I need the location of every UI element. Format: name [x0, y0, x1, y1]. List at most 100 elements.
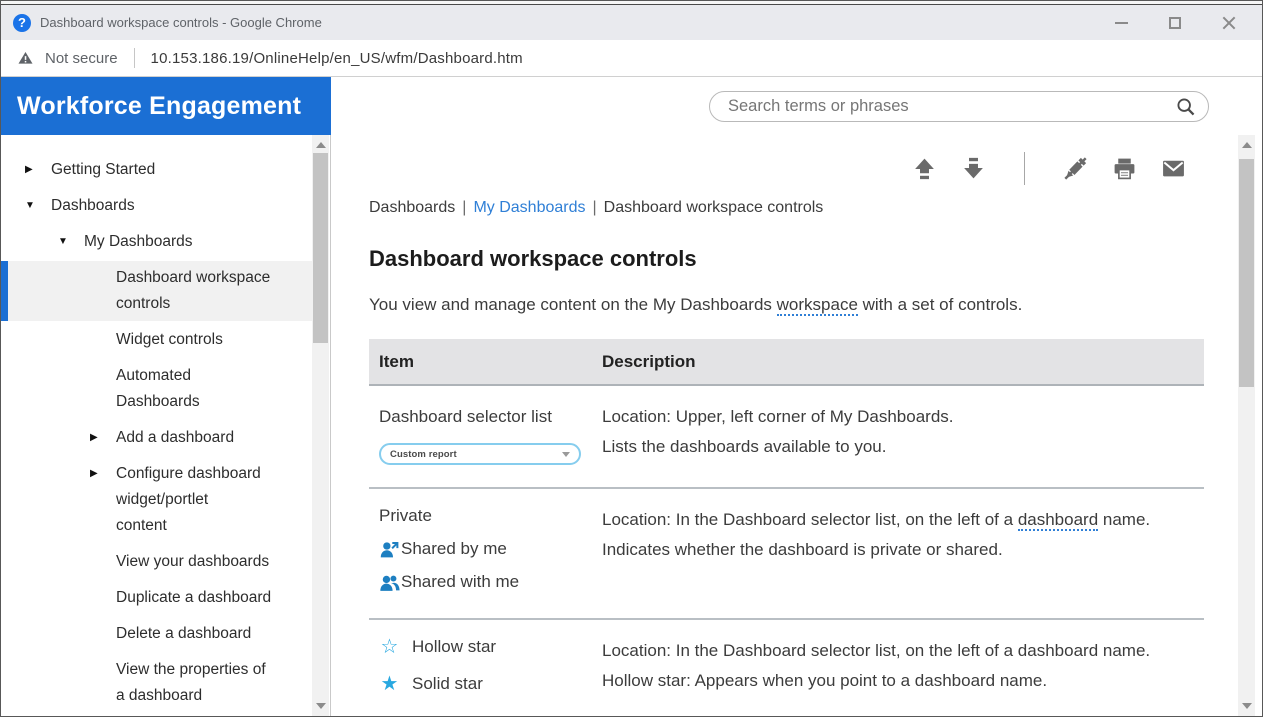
shared-with-me-label: Shared with me: [401, 569, 519, 595]
private-item: Private: [379, 503, 602, 529]
window-titlebar: Dashboard workspace controls - Google Ch…: [1, 5, 1262, 40]
sidebar-item-label: View your dashboards: [116, 549, 275, 575]
help-favicon-icon: [13, 14, 31, 32]
sidebar-item[interactable]: ▼My Dashboards: [1, 225, 313, 259]
sidebar-item[interactable]: ▶Getting Started: [1, 153, 313, 187]
column-header-item: Item: [369, 352, 602, 372]
row1-desc-line2: Lists the dashboards available to you.: [602, 434, 1174, 460]
row1-desc-line1: Location: Upper, left corner of My Dashb…: [602, 404, 1174, 430]
hollow-star-item: ☆ Hollow star: [379, 634, 602, 660]
no-expander: [90, 363, 116, 389]
search-input[interactable]: [728, 97, 1175, 116]
sidebar-item-label: Configure dashboard widget/portlet conte…: [116, 461, 267, 539]
sidebar-item-label: Getting Started: [51, 157, 161, 183]
previous-topic-icon[interactable]: [912, 156, 937, 181]
scroll-down-icon[interactable]: [316, 703, 326, 709]
sidebar-item-label: Add a dashboard: [116, 425, 240, 451]
hollow-star-label: Hollow star: [412, 634, 496, 660]
sidebar-item-label: My Dashboards: [84, 229, 199, 255]
sidebar-item-label: View the properties of a dashboard: [116, 657, 272, 709]
row3-desc-line1: Location: In the Dashboard selector list…: [602, 638, 1174, 664]
maximize-button[interactable]: [1168, 16, 1182, 30]
dropdown-value: Custom report: [390, 449, 562, 460]
sidebar-item[interactable]: ▼Dashboards: [1, 189, 313, 223]
sidebar-item[interactable]: Automated Dashboards: [1, 359, 313, 419]
sidebar-item[interactable]: Duplicate a dashboard: [1, 581, 313, 615]
app-body: ▶Getting Started▼Dashboards▼My Dashboard…: [1, 135, 1262, 716]
security-label[interactable]: Not secure: [45, 50, 118, 67]
breadcrumb-link[interactable]: My Dashboards: [473, 199, 585, 216]
article: Dashboards|My Dashboards|Dashboard works…: [369, 199, 1204, 716]
search-zone: [331, 77, 1262, 135]
row3-desc-line2: Hollow star: Appears when you point to a…: [602, 668, 1174, 694]
sidebar-item[interactable]: View the properties of a dashboard: [1, 653, 313, 713]
sidebar-item[interactable]: Dashboard workspace controls: [1, 261, 313, 321]
close-button[interactable]: [1222, 16, 1236, 30]
table-row: Dashboard selector list Custom report Lo…: [369, 386, 1204, 489]
remove-highlights-icon[interactable]: [1063, 156, 1088, 181]
app-header: Workforce Engagement: [1, 77, 1262, 135]
breadcrumb-item: Dashboard workspace controls: [604, 199, 824, 216]
main-scrollbar-thumb[interactable]: [1239, 159, 1254, 387]
sidebar-item[interactable]: Delete a dashboard: [1, 617, 313, 651]
sidebar-item-label: Widget controls: [116, 327, 229, 353]
sidebar-nav: ▶Getting Started▼Dashboards▼My Dashboard…: [1, 135, 313, 713]
search-box[interactable]: [709, 91, 1209, 122]
browser-window: Dashboard workspace controls - Google Ch…: [0, 0, 1263, 717]
expand-arrow-icon[interactable]: ▶: [90, 425, 116, 451]
main-content: Dashboards|My Dashboards|Dashboard works…: [331, 135, 1262, 716]
sidebar-item[interactable]: ▶Configure dashboard widget/portlet cont…: [1, 457, 313, 543]
scroll-up-icon[interactable]: [316, 142, 326, 148]
next-topic-icon[interactable]: [961, 156, 986, 181]
dropdown-caret-icon: [562, 452, 570, 457]
no-expander: [90, 327, 116, 353]
sidebar-item-label: Dashboard workspace controls: [116, 265, 276, 317]
topic-toolbar: [331, 155, 1186, 181]
sidebar-item-label: Delete a dashboard: [116, 621, 257, 647]
column-header-description: Description: [602, 352, 1204, 372]
not-secure-warning-icon: [17, 50, 34, 66]
collapse-arrow-icon[interactable]: ▼: [58, 229, 84, 255]
window-title: Dashboard workspace controls - Google Ch…: [40, 15, 1114, 30]
sidebar: ▶Getting Started▼Dashboards▼My Dashboard…: [1, 135, 331, 716]
expand-arrow-icon[interactable]: ▶: [25, 157, 51, 183]
sidebar-item[interactable]: Widget controls: [1, 323, 313, 357]
scroll-up-icon[interactable]: [1242, 142, 1252, 148]
shared-by-me-label: Shared by me: [401, 536, 507, 562]
row2-desc-line1: Location: In the Dashboard selector list…: [602, 507, 1174, 533]
breadcrumb-item: Dashboards: [369, 199, 455, 216]
sidebar-scrollbar[interactable]: [312, 135, 329, 716]
url-text[interactable]: 10.153.186.19/OnlineHelp/en_US/wfm/Dashb…: [151, 50, 523, 67]
address-separator: [134, 48, 135, 68]
no-expander: [90, 585, 116, 611]
solid-star-item: ★ Solid star: [379, 671, 602, 697]
dashboard-popup-link[interactable]: dashboard: [1018, 510, 1098, 531]
address-bar[interactable]: Not secure 10.153.186.19/OnlineHelp/en_U…: [1, 40, 1262, 77]
sidebar-item[interactable]: ▶Add a dashboard: [1, 421, 313, 455]
sidebar-item[interactable]: View your dashboards: [1, 545, 313, 579]
row2-desc-after: name.: [1098, 510, 1150, 529]
sidebar-item-label: Automated Dashboards: [116, 363, 206, 415]
search-icon[interactable]: [1175, 96, 1196, 117]
intro-paragraph: You view and manage content on the My Da…: [369, 293, 1204, 317]
sidebar-scrollbar-thumb[interactable]: [313, 153, 328, 343]
shared-by-me-icon: [379, 539, 400, 560]
shared-by-me-item: Shared by me: [379, 536, 602, 562]
no-expander: [90, 657, 116, 683]
main-scrollbar[interactable]: [1238, 135, 1255, 716]
no-expander: [90, 549, 116, 575]
brand-title: Workforce Engagement: [1, 77, 331, 135]
collapse-arrow-icon[interactable]: ▼: [25, 193, 51, 219]
expand-arrow-icon[interactable]: ▶: [90, 461, 116, 487]
email-icon[interactable]: [1161, 156, 1186, 181]
sidebar-item-label: Dashboards: [51, 193, 141, 219]
close-icon: [1222, 16, 1236, 30]
shared-with-me-icon: [379, 572, 400, 593]
print-icon[interactable]: [1112, 156, 1137, 181]
scroll-down-icon[interactable]: [1242, 703, 1252, 709]
workspace-popup-link[interactable]: workspace: [777, 295, 858, 316]
table-header-row: Item Description: [369, 339, 1204, 386]
page-title: Dashboard workspace controls: [369, 246, 1204, 272]
minimize-button[interactable]: [1114, 16, 1128, 30]
controls-table: Item Description Dashboard selector list…: [369, 339, 1204, 716]
